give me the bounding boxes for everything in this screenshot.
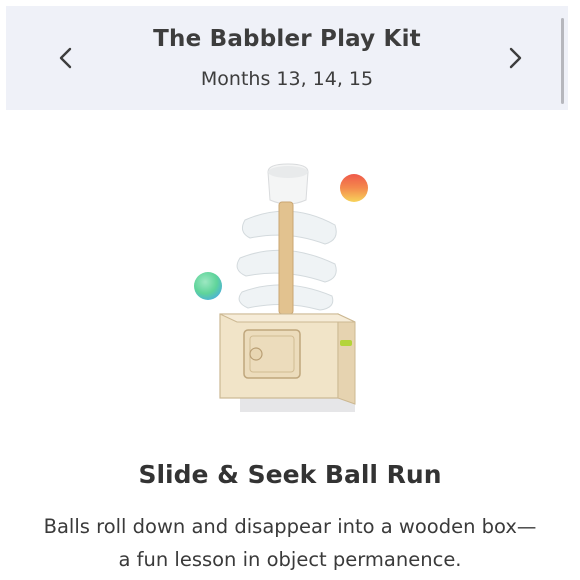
next-kit-button[interactable]	[499, 42, 531, 74]
kit-months: Months 13, 14, 15	[200, 68, 374, 90]
chevron-right-icon	[509, 47, 522, 69]
kit-title: The Babbler Play Kit	[153, 26, 421, 52]
scrollbar[interactable]	[561, 18, 564, 104]
kit-header: The Babbler Play Kit Months 13, 14, 15	[6, 6, 568, 110]
app-screen: The Babbler Play Kit Months 13, 14, 15 S…	[0, 0, 580, 580]
product-image	[194, 163, 368, 412]
product-description: Balls roll down and disappear into a woo…	[43, 515, 537, 571]
product-title: Slide & Seek Ball Run	[138, 460, 442, 489]
